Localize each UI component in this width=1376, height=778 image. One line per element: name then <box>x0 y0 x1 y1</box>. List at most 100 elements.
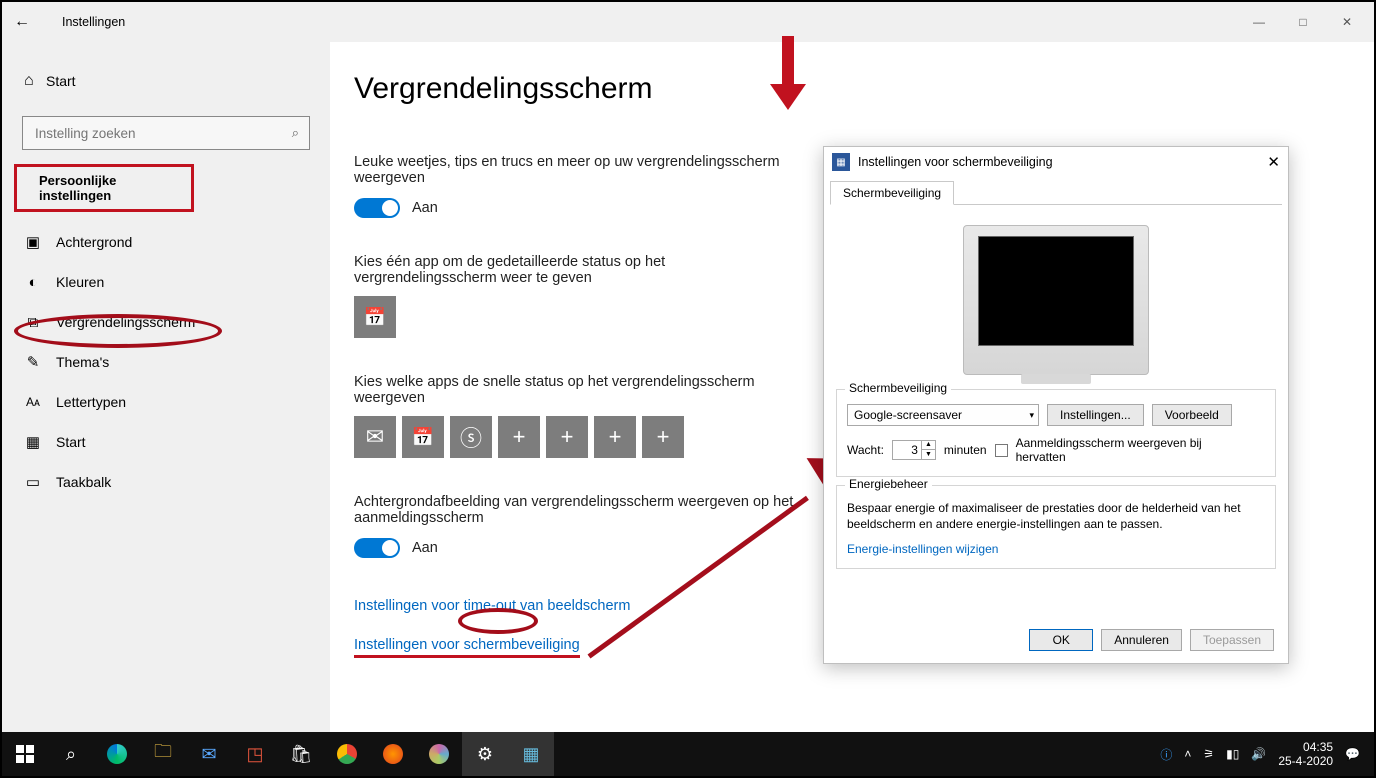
taskbar-firefox[interactable] <box>370 732 416 776</box>
taskbar-clock[interactable]: 04:35 25-4-2020 <box>1278 740 1333 768</box>
notifications-icon[interactable]: 💬 <box>1345 747 1360 761</box>
taskbar-settings[interactable]: ⚙ <box>462 732 508 776</box>
wifi-icon[interactable]: ⚞ <box>1203 747 1214 761</box>
fun-facts-toggle[interactable]: Aan <box>354 198 804 218</box>
app-tile-calendar2[interactable]: 📅 <box>402 416 444 458</box>
screensaver-settings-button[interactable]: Instellingen... <box>1047 404 1144 426</box>
sidebar-item-fonts[interactable]: Aᴀ Lettertypen <box>2 382 330 422</box>
minimize-button[interactable]: — <box>1238 8 1280 36</box>
monitor-icon: ⧉ <box>24 313 42 331</box>
picture-icon: ▣ <box>24 233 42 251</box>
app-tile-mail[interactable]: ✉ <box>354 416 396 458</box>
store-icon: 🛍 <box>290 744 313 765</box>
firefox-icon <box>383 744 403 764</box>
minutes-label: minuten <box>944 443 987 457</box>
close-button[interactable]: ✕ <box>1326 8 1368 36</box>
taskbar-screensaver-dialog[interactable]: ▦ <box>508 732 554 776</box>
sidebar-item-themes[interactable]: ✎ Thema's <box>2 342 330 382</box>
resume-checkbox[interactable] <box>995 444 1008 457</box>
screensaver-preview-button[interactable]: Voorbeeld <box>1152 404 1232 426</box>
spinner-up[interactable]: ▲ <box>921 440 935 450</box>
sidebar-item-label: Thema's <box>56 354 109 370</box>
chrome-icon <box>337 744 357 764</box>
fun-facts-label: Leuke weetjes, tips en trucs en meer op … <box>354 154 804 186</box>
taskbar-mail[interactable]: ✉ <box>186 732 232 776</box>
search-icon: ⌕ <box>292 125 299 141</box>
quick-status-label: Kies welke apps de snelle status op het … <box>354 374 804 406</box>
taskbar-picasa[interactable] <box>416 732 462 776</box>
power-text: Bespaar energie of maximaliseer de prest… <box>847 500 1265 532</box>
help-icon[interactable]: ⓘ <box>1160 746 1172 763</box>
sidebar-item-taskbar[interactable]: ▭ Taakbalk <box>2 462 330 502</box>
tab-screensaver[interactable]: Schermbeveiliging <box>830 181 954 205</box>
back-button[interactable]: ← <box>2 13 42 31</box>
toggle-on-pill[interactable] <box>354 538 400 558</box>
office-icon: ◳ <box>246 744 263 765</box>
sidebar-item-start[interactable]: ▦ Start <box>2 422 330 462</box>
link-screensaver-settings[interactable]: Instellingen voor schermbeveiliging <box>354 637 580 658</box>
taskbar-icon: ▭ <box>24 473 42 491</box>
wait-spinner[interactable]: ▲ ▼ <box>892 440 936 460</box>
settings-sidebar: ⌂ Start ⌕ Persoonlijke instellingen ▣ Ac… <box>2 42 330 732</box>
spinner-down[interactable]: ▼ <box>921 450 935 460</box>
dialog-close-button[interactable]: ✕ <box>1267 153 1280 171</box>
toggle-state: Aan <box>412 200 438 216</box>
picasa-icon <box>429 744 449 764</box>
search-input[interactable] <box>33 125 253 142</box>
battery-icon[interactable]: ▮▯ <box>1226 747 1239 761</box>
sidebar-item-background[interactable]: ▣ Achtergrond <box>2 222 330 262</box>
taskbar-chrome[interactable] <box>324 732 370 776</box>
dialog-tabstrip: Schermbeveiliging <box>830 181 1282 205</box>
app-tile-add-1[interactable]: + <box>498 416 540 458</box>
bg-on-signin-label: Achtergrondafbeelding van vergrendelings… <box>354 494 804 526</box>
app-tile-add-4[interactable]: + <box>642 416 684 458</box>
detailed-status-label: Kies één app om de gedetailleerde status… <box>354 254 804 286</box>
system-tray[interactable]: ⓘ ˄ ⚞ ▮▯ 🔊 04:35 25-4-2020 💬 <box>1160 740 1374 768</box>
home-link[interactable]: ⌂ Start <box>2 64 330 98</box>
taskbar-store[interactable]: 🛍 <box>278 732 324 776</box>
screensaver-preview <box>963 225 1149 375</box>
search-box[interactable]: ⌕ <box>22 116 310 150</box>
preview-screen <box>978 236 1134 346</box>
wait-value-input[interactable] <box>893 442 921 458</box>
clock-time: 04:35 <box>1278 740 1333 754</box>
monitor-icon: ▦ <box>522 744 539 765</box>
sidebar-item-lockscreen[interactable]: ⧉ Vergrendelingsscherm <box>2 302 330 342</box>
start-button[interactable] <box>2 732 48 776</box>
dialog-ok-button[interactable]: OK <box>1029 629 1093 651</box>
volume-icon[interactable]: 🔊 <box>1251 747 1266 761</box>
app-tile-calendar[interactable]: 📅 <box>354 296 396 338</box>
app-tile-add-3[interactable]: + <box>594 416 636 458</box>
sidebar-item-label: Taakbalk <box>56 474 111 490</box>
annotation-arrow-down <box>770 84 806 110</box>
group-screensaver-legend: Schermbeveiliging <box>845 381 951 395</box>
toggle-state: Aan <box>412 540 438 556</box>
folder-icon: 🗀 <box>154 739 172 769</box>
app-tile-add-2[interactable]: + <box>546 416 588 458</box>
taskbar-search[interactable]: ⌕ <box>48 732 94 776</box>
start-icon: ▦ <box>24 433 42 451</box>
power-settings-link[interactable]: Energie-instellingen wijzigen <box>847 542 998 556</box>
group-power-legend: Energiebeheer <box>845 477 932 491</box>
sidebar-item-label: Start <box>56 434 86 450</box>
gear-icon: ⚙ <box>477 744 493 765</box>
taskbar-office[interactable]: ◳ <box>232 732 278 776</box>
maximize-button[interactable]: □ <box>1282 8 1324 36</box>
taskbar-edge[interactable] <box>94 732 140 776</box>
link-screen-timeout[interactable]: Instellingen voor time-out van beeldsche… <box>354 598 630 614</box>
dialog-cancel-button[interactable]: Annuleren <box>1101 629 1182 651</box>
app-tile-skype[interactable]: ⓢ <box>450 416 492 458</box>
edge-icon <box>107 744 127 764</box>
sidebar-item-label: Vergrendelingsscherm <box>56 314 195 330</box>
home-label: Start <box>46 73 76 89</box>
resume-label: Aanmeldingsscherm weergeven bij hervatte… <box>1016 436 1206 464</box>
screensaver-selected: Google-screensaver <box>854 408 962 422</box>
taskbar[interactable]: ⌕ 🗀 ✉ ◳ 🛍 ⚙ ▦ ⓘ ˄ ⚞ ▮▯ 🔊 04:35 25-4-2020… <box>2 732 1374 776</box>
sidebar-item-colors[interactable]: ◐ Kleuren <box>2 262 330 302</box>
toggle-on-pill[interactable] <box>354 198 400 218</box>
taskbar-explorer[interactable]: 🗀 <box>140 732 186 776</box>
sidebar-item-label: Achtergrond <box>56 234 132 250</box>
tray-chevron-up-icon[interactable]: ˄ <box>1184 747 1191 761</box>
screensaver-dialog: ▦ Instellingen voor schermbeveiliging ✕ … <box>823 146 1289 664</box>
screensaver-select[interactable]: Google-screensaver ▾ <box>847 404 1039 426</box>
